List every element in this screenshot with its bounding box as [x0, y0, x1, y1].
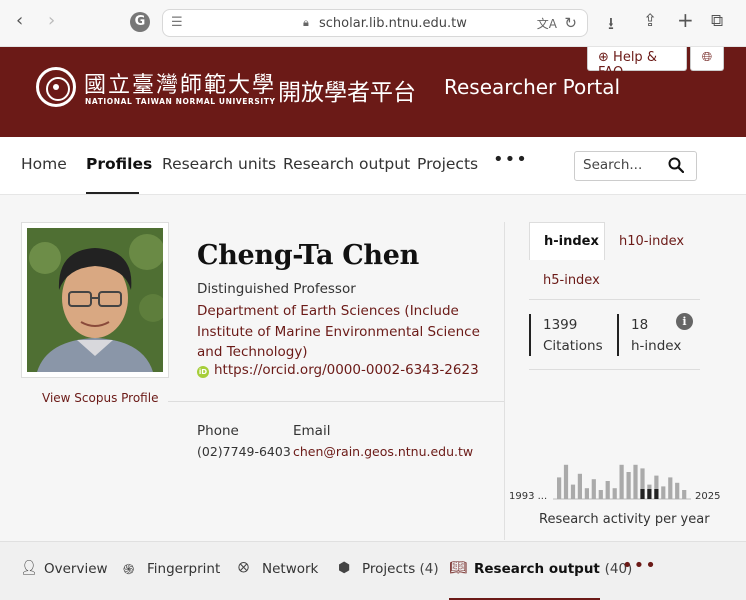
profile-photo: [27, 228, 163, 372]
profile-department-link[interactable]: Department of Earth Sciences (Include In…: [197, 301, 487, 363]
activity-bar[interactable]: [570, 484, 576, 499]
tab-research-output[interactable]: Research output (40): [474, 561, 632, 577]
forward-icon[interactable]: ›: [48, 10, 55, 31]
url-text[interactable]: scholar.lib.ntnu.edu.tw: [319, 16, 467, 31]
university-name-en[interactable]: NATIONAL TAIWAN NORMAL UNIVERSITY: [85, 97, 276, 106]
portal-title-en: Researcher Portal: [444, 75, 621, 99]
university-name-cn[interactable]: 國立臺灣師範大學: [84, 67, 276, 99]
h-index-value: 18: [631, 317, 649, 333]
profile-name: Cheng-Ta Chen: [197, 240, 419, 271]
activity-bar[interactable]: [605, 481, 610, 499]
browser-toolbar: ‹ › G ☰ 🔒︎ scholar.lib.ntnu.edu.tw 文A ↻ …: [0, 0, 746, 47]
profile-photo-frame: [21, 222, 169, 378]
tab-h10-index[interactable]: h10-index: [619, 234, 684, 249]
tab-research-output-label: Research output: [474, 561, 600, 577]
book-icon: 📖︎: [449, 560, 467, 576]
metrics-divider-bottom: [529, 369, 700, 370]
activity-bar[interactable]: [619, 464, 624, 499]
tab-fingerprint[interactable]: Fingerprint: [147, 561, 220, 577]
citations-value: 1399: [543, 317, 578, 333]
profile-tabs: 👤︎ Overview ֍ Fingerprint ⭙ Network ⬢ Pr…: [0, 541, 746, 600]
nav-research-units[interactable]: Research units: [162, 155, 276, 173]
citations-marker: [529, 314, 531, 356]
activity-bar[interactable]: [633, 464, 638, 499]
bottom-more-button[interactable]: •••: [622, 555, 657, 576]
h-index-label: h-index: [631, 338, 682, 354]
profile-title: Distinguished Professor: [197, 281, 356, 297]
back-icon[interactable]: ‹: [16, 10, 23, 31]
orcid-icon: iD: [197, 366, 209, 378]
activity-bar[interactable]: [682, 490, 687, 499]
tab-h-index[interactable]: h-index: [529, 222, 605, 260]
activity-bar[interactable]: [577, 473, 582, 499]
email-link[interactable]: chen@rain.geos.ntnu.edu.tw: [293, 444, 473, 459]
citations-label: Citations: [543, 338, 603, 354]
h-index-marker: [617, 314, 619, 356]
view-scopus-profile-link[interactable]: View Scopus Profile: [42, 391, 158, 405]
email-label: Email: [293, 423, 331, 439]
download-icon[interactable]: ⭳: [608, 11, 614, 40]
activity-bar[interactable]: [563, 464, 569, 499]
site-header: 國立臺灣師範大學 NATIONAL TAIWAN NORMAL UNIVERSI…: [0, 47, 746, 137]
share-icon[interactable]: ⇪: [643, 11, 657, 31]
address-bar[interactable]: ☰ 🔒︎ scholar.lib.ntnu.edu.tw 文A ↻: [162, 9, 588, 37]
phone-label: Phone: [197, 423, 239, 439]
activity-bar[interactable]: [675, 482, 680, 499]
nav-active-underline: [86, 192, 139, 194]
grammarly-icon[interactable]: G: [130, 12, 150, 32]
activity-bar[interactable]: [557, 477, 562, 499]
phone-value: (02)7749-6403: [197, 444, 291, 459]
activity-bar[interactable]: [661, 486, 666, 499]
reload-icon[interactable]: ↻: [564, 14, 577, 32]
chart-end-label: 2025: [695, 491, 720, 502]
lifebuoy-icon: ⊕: [598, 50, 609, 65]
new-tab-icon[interactable]: +: [677, 8, 694, 32]
lock-icon: 🔒︎: [303, 16, 309, 29]
portal-title-cn: 開放學者平台: [278, 80, 416, 106]
cube-icon: ⬢: [338, 560, 351, 576]
nav-profiles[interactable]: Profiles: [86, 155, 152, 173]
chart-start-label: 1993 ...: [509, 491, 547, 502]
activity-bar[interactable]: [612, 488, 617, 499]
globe-icon: 🌐︎: [701, 50, 713, 65]
help-faq-button[interactable]: ⊕ Help & FAQ: [587, 47, 687, 80]
fingerprint-icon: ֍: [123, 562, 135, 578]
person-icon: 👤︎: [20, 560, 38, 576]
activity-bar-highlight: [647, 489, 652, 499]
tab-projects-label: Projects: [362, 561, 416, 577]
tab-projects[interactable]: Projects (4): [362, 561, 439, 577]
info-icon[interactable]: i: [676, 313, 693, 330]
orcid-link[interactable]: https://orcid.org/0000-0002-6343-2623: [214, 362, 479, 378]
tab-h5-index[interactable]: h5-index: [543, 273, 600, 288]
activity-bar[interactable]: [584, 488, 589, 499]
language-button[interactable]: 🌐︎: [690, 47, 724, 71]
search-icon[interactable]: [668, 157, 685, 177]
nav-research-output[interactable]: Research output: [283, 155, 410, 173]
tab-overview-icon[interactable]: ☰: [171, 15, 183, 30]
translate-icon[interactable]: 文A: [537, 15, 557, 32]
research-activity-chart[interactable]: 1993 ... 2025: [505, 455, 727, 505]
main-nav: Home Profiles Research units Research ou…: [0, 137, 746, 195]
university-seal-icon[interactable]: [36, 67, 76, 107]
nav-more-button[interactable]: •••: [493, 149, 528, 170]
activity-bar[interactable]: [626, 472, 631, 499]
activity-bar-highlight: [654, 489, 659, 499]
nav-home[interactable]: Home: [21, 155, 67, 173]
tab-network[interactable]: Network: [262, 561, 318, 577]
tab-overview[interactable]: Overview: [44, 561, 108, 577]
search-input[interactable]: [583, 157, 663, 173]
chart-caption: Research activity per year: [539, 512, 710, 527]
activity-bar[interactable]: [598, 490, 603, 499]
nav-projects[interactable]: Projects: [417, 155, 478, 173]
tabs-icon[interactable]: ⧉: [711, 11, 723, 31]
activity-bar[interactable]: [591, 479, 596, 499]
metrics-divider-top: [529, 299, 700, 300]
network-icon: ⭙: [238, 560, 250, 576]
activity-bar[interactable]: [668, 477, 673, 499]
search-box[interactable]: [574, 151, 697, 181]
activity-bar-highlight: [640, 489, 645, 499]
profile-divider: [168, 401, 504, 402]
tab-projects-count: (4): [419, 561, 439, 577]
